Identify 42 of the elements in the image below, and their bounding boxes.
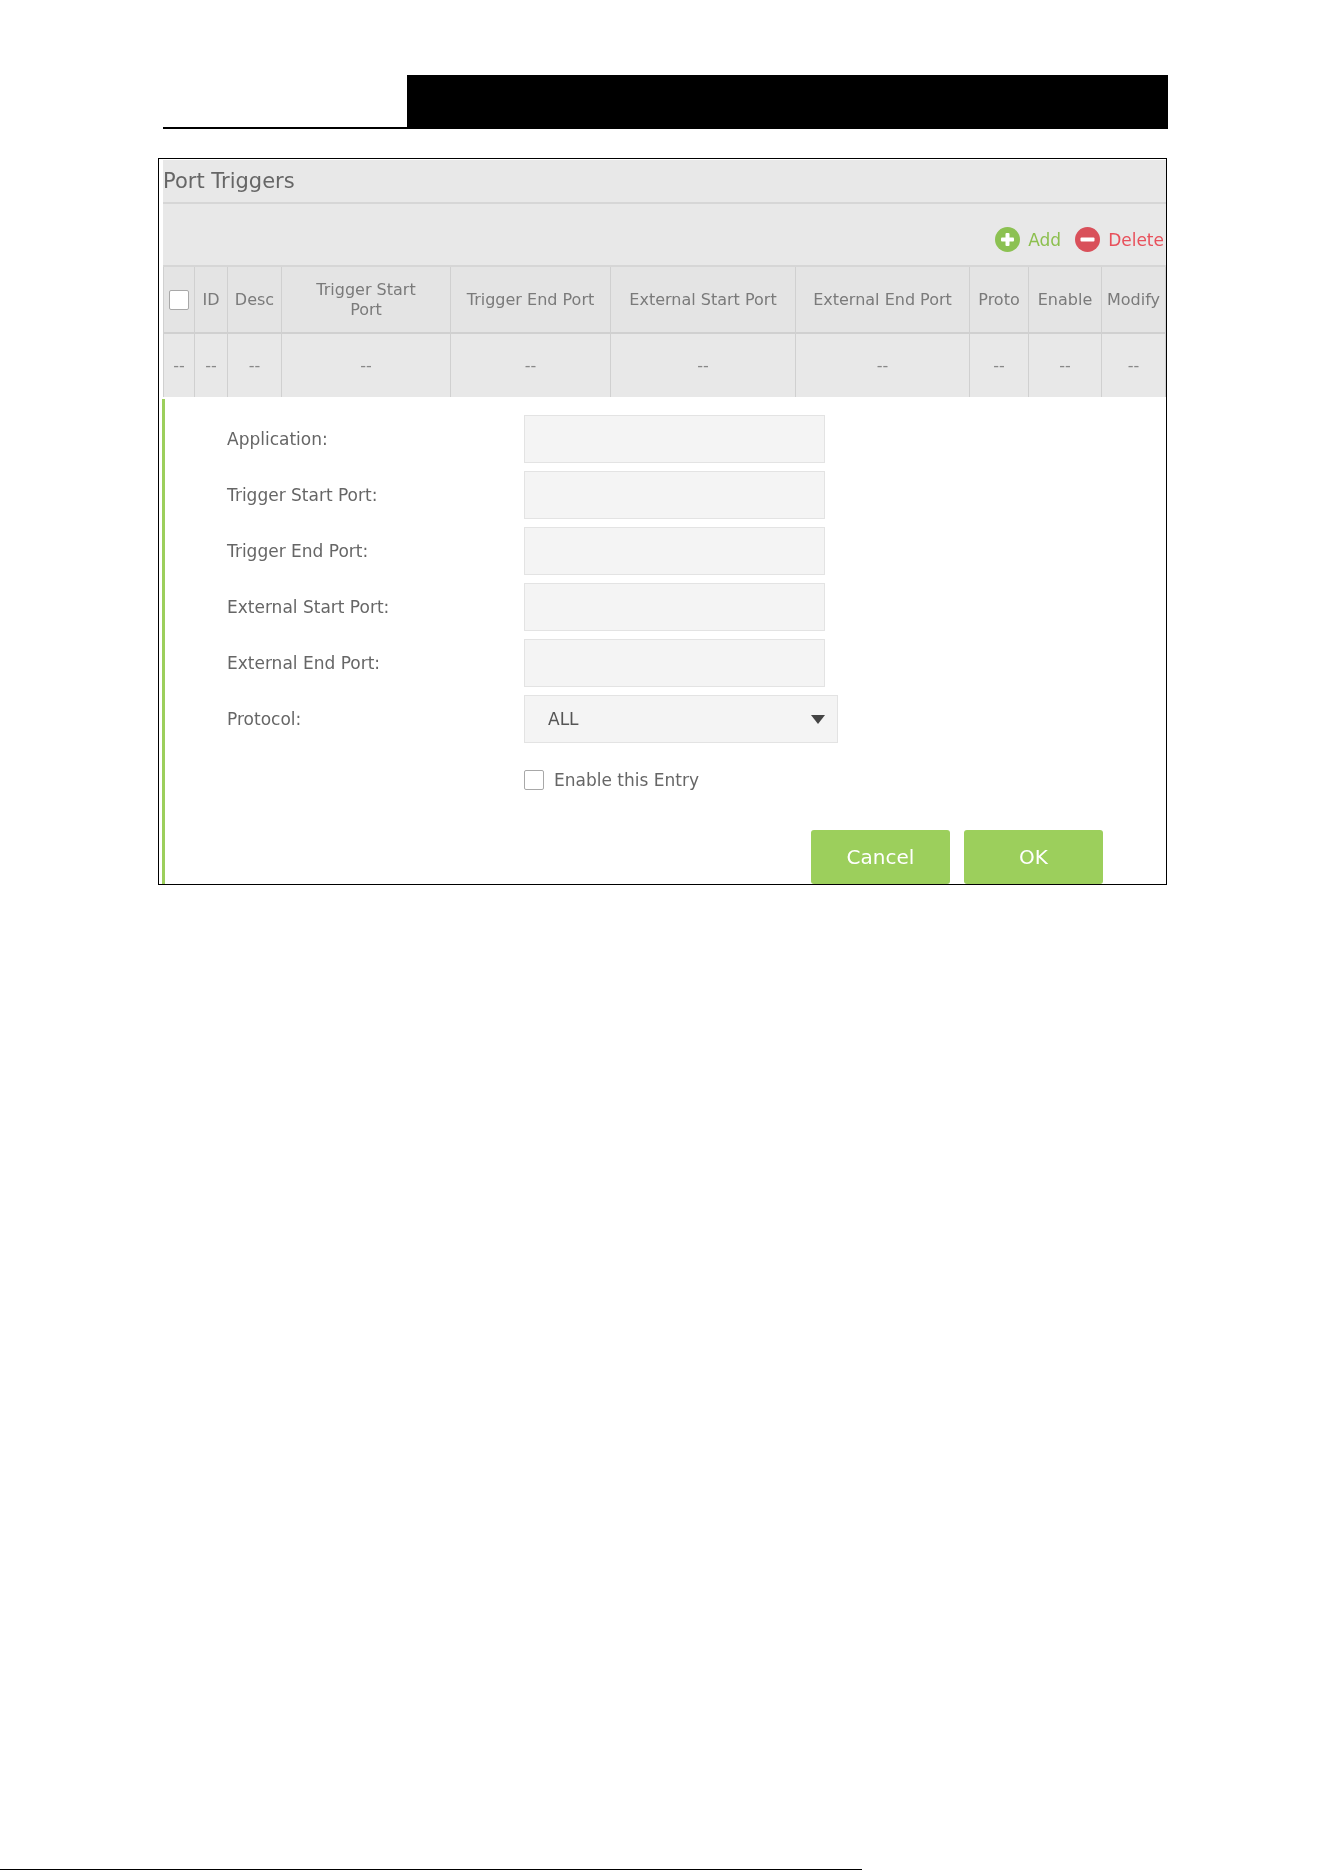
table-cell: -- xyxy=(1102,334,1166,397)
table-cell: -- xyxy=(228,334,282,397)
column-header: Trigger End Port xyxy=(451,267,611,334)
add-button[interactable]: Add xyxy=(995,227,1062,252)
column-header: Modify xyxy=(1102,267,1166,334)
column-header: Trigger Start Port xyxy=(282,267,451,334)
input-field[interactable] xyxy=(524,583,825,631)
input-field[interactable] xyxy=(524,639,825,687)
protocol-select[interactable]: ALL xyxy=(524,695,838,743)
column-header: Enable xyxy=(1029,267,1102,334)
table-cell: -- xyxy=(451,334,611,397)
column-header: ID xyxy=(195,267,228,334)
column-header: External Start Port xyxy=(611,267,796,334)
minus-circle-icon xyxy=(1075,227,1101,252)
table-cell: -- xyxy=(970,334,1029,397)
table-cell: -- xyxy=(195,334,228,397)
caret-icon xyxy=(811,714,825,724)
table-cell: -- xyxy=(282,334,451,397)
delete-button[interactable]: Delete xyxy=(1075,227,1164,252)
cancel-button[interactable]: Cancel xyxy=(811,830,950,884)
plus-circle-icon xyxy=(995,227,1021,252)
field-label: Protocol: xyxy=(227,709,303,729)
input-field[interactable] xyxy=(524,527,825,575)
table-cell: -- xyxy=(1029,334,1102,397)
column-header: External End Port xyxy=(796,267,970,334)
field-label: Trigger End Port: xyxy=(227,541,370,561)
checkbox-label: Enable this Entry xyxy=(554,770,699,790)
column-header: Proto xyxy=(970,267,1029,334)
field-label: Application: xyxy=(227,429,329,449)
enable-checkbox[interactable] xyxy=(524,770,544,790)
column-header: Desc xyxy=(228,267,282,334)
table-cell: -- xyxy=(611,334,796,397)
field-label: External End Port: xyxy=(227,653,382,673)
table-cell: -- xyxy=(164,334,195,397)
ok-button[interactable]: OK xyxy=(964,830,1103,884)
input-field[interactable] xyxy=(524,471,825,519)
table-cell: -- xyxy=(796,334,970,397)
panel-title: Port Triggers xyxy=(163,169,295,193)
select-all-checkbox[interactable] xyxy=(169,289,189,310)
field-label: Trigger Start Port: xyxy=(227,485,379,505)
field-label: External Start Port: xyxy=(227,597,391,617)
input-field[interactable] xyxy=(524,415,825,463)
